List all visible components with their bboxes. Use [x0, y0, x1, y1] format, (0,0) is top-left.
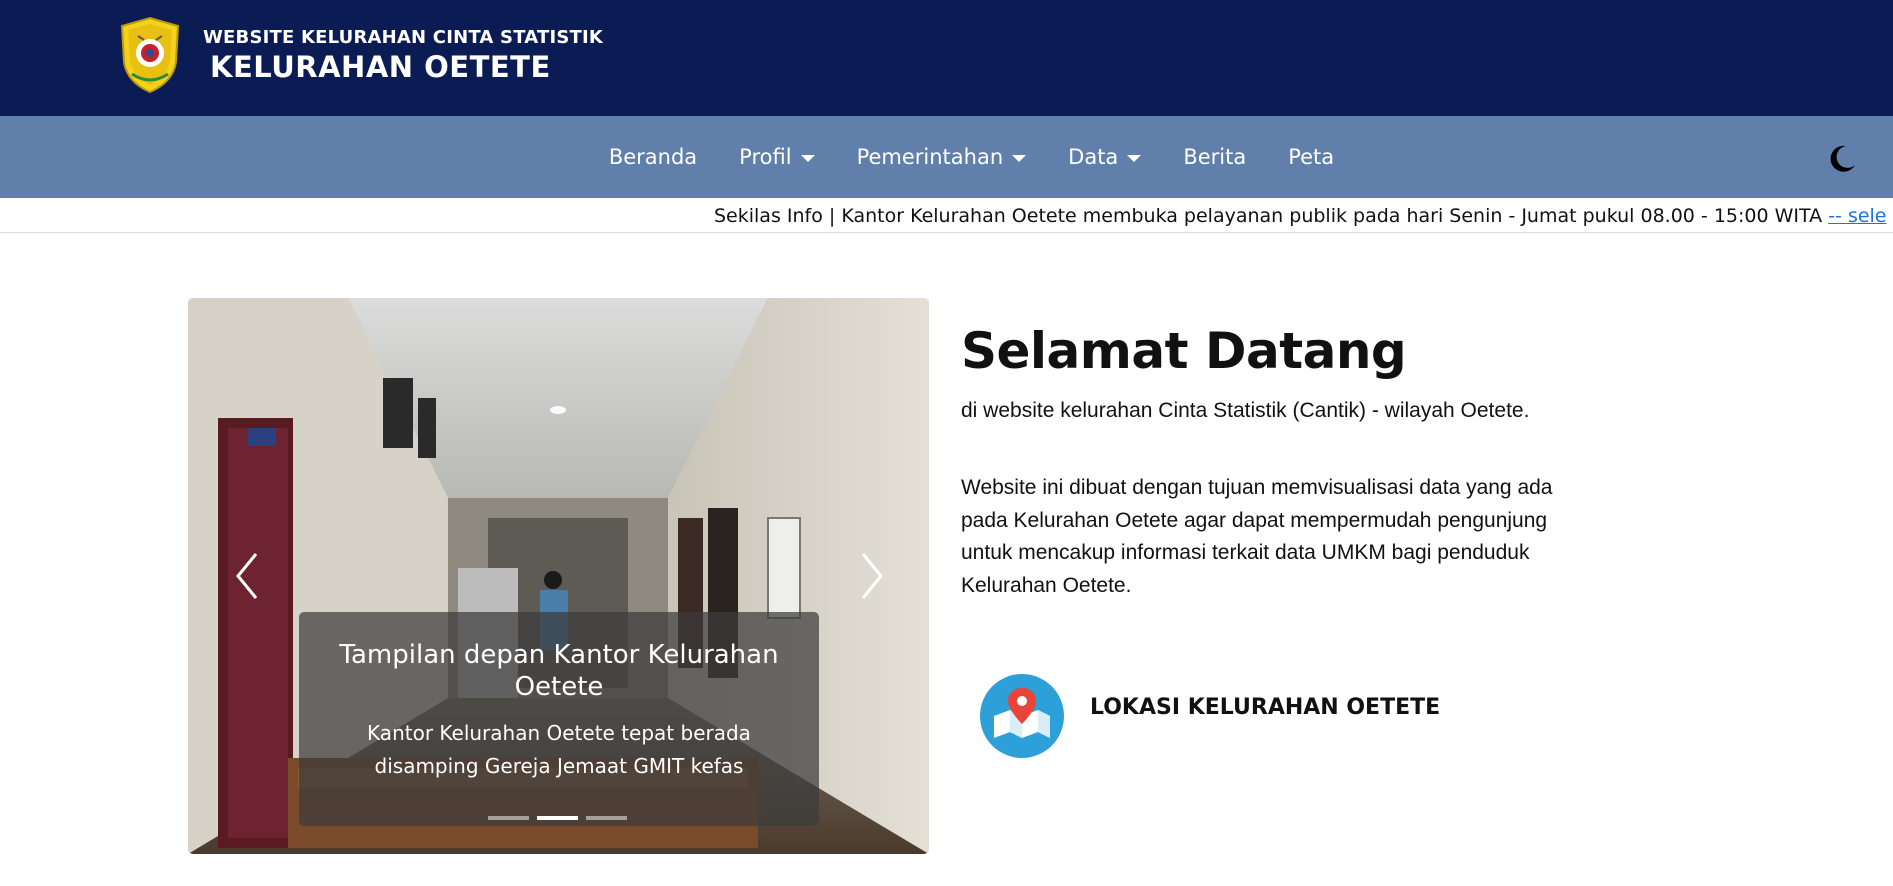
nav-item-beranda[interactable]: Beranda [588, 145, 718, 169]
site-title[interactable]: KELURAHAN OETETE [210, 50, 551, 84]
carousel-indicator-3[interactable] [586, 816, 627, 820]
nav-item-label: Data [1068, 145, 1119, 169]
nav-item-label: Profil [739, 145, 792, 169]
nav-item-label: Pemerintahan [856, 145, 1004, 169]
nav-menu: Beranda Profil Pemerintahan Data Berita … [0, 116, 1893, 198]
map-pin-icon[interactable] [980, 674, 1064, 758]
nav-item-label: Berita [1183, 145, 1247, 169]
carousel-caption: Tampilan depan Kantor Kelurahan Oetete K… [299, 612, 819, 826]
carousel-indicator-2[interactable] [537, 816, 578, 820]
carousel-indicators [488, 816, 627, 820]
site-header: WEBSITE KELURAHAN CINTA STATISTIK KELURA… [0, 0, 1893, 116]
chevron-right-icon[interactable] [857, 550, 887, 602]
caret-down-icon [1012, 154, 1027, 162]
welcome-title: Selamat Datang [961, 322, 1407, 380]
nav-item-data[interactable]: Data [1047, 145, 1162, 169]
nav-item-pemerintahan[interactable]: Pemerintahan [836, 145, 1048, 169]
main-navbar: Beranda Profil Pemerintahan Data Berita … [0, 116, 1893, 198]
emblem-shield-icon[interactable] [118, 16, 182, 94]
nav-item-peta[interactable]: Peta [1267, 145, 1355, 169]
carousel-indicator-1[interactable] [488, 816, 529, 820]
nav-item-label: Beranda [608, 145, 698, 169]
nav-item-berita[interactable]: Berita [1162, 145, 1267, 169]
moon-icon[interactable] [1826, 143, 1858, 175]
caption-text: Kantor Kelurahan Oetete tepat berada dis… [367, 721, 751, 778]
image-carousel: Tampilan depan Kantor Kelurahan Oetete K… [188, 298, 929, 854]
nav-item-label: Peta [1288, 145, 1335, 169]
caret-down-icon [800, 154, 815, 162]
welcome-subtitle: di website kelurahan Cinta Statistik (Ca… [961, 399, 1530, 422]
news-ticker: Sekilas Info | Kantor Kelurahan Oetete m… [0, 198, 1893, 233]
welcome-description: Website ini dibuat dengan tujuan memvisu… [961, 476, 1553, 597]
caret-down-icon [1127, 154, 1142, 162]
ticker-link[interactable]: -- sele [1828, 205, 1886, 227]
nav-item-profil[interactable]: Profil [718, 145, 835, 169]
location-link[interactable]: LOKASI KELURAHAN OETETE [1090, 695, 1440, 720]
chevron-left-icon[interactable] [232, 550, 262, 602]
caption-title: Tampilan depan Kantor Kelurahan Oetete [339, 640, 779, 702]
ticker-message: Sekilas Info | Kantor Kelurahan Oetete m… [714, 205, 1829, 227]
ticker-text: Sekilas Info | Kantor Kelurahan Oetete m… [714, 205, 1887, 227]
site-subtitle: WEBSITE KELURAHAN CINTA STATISTIK [203, 27, 604, 48]
